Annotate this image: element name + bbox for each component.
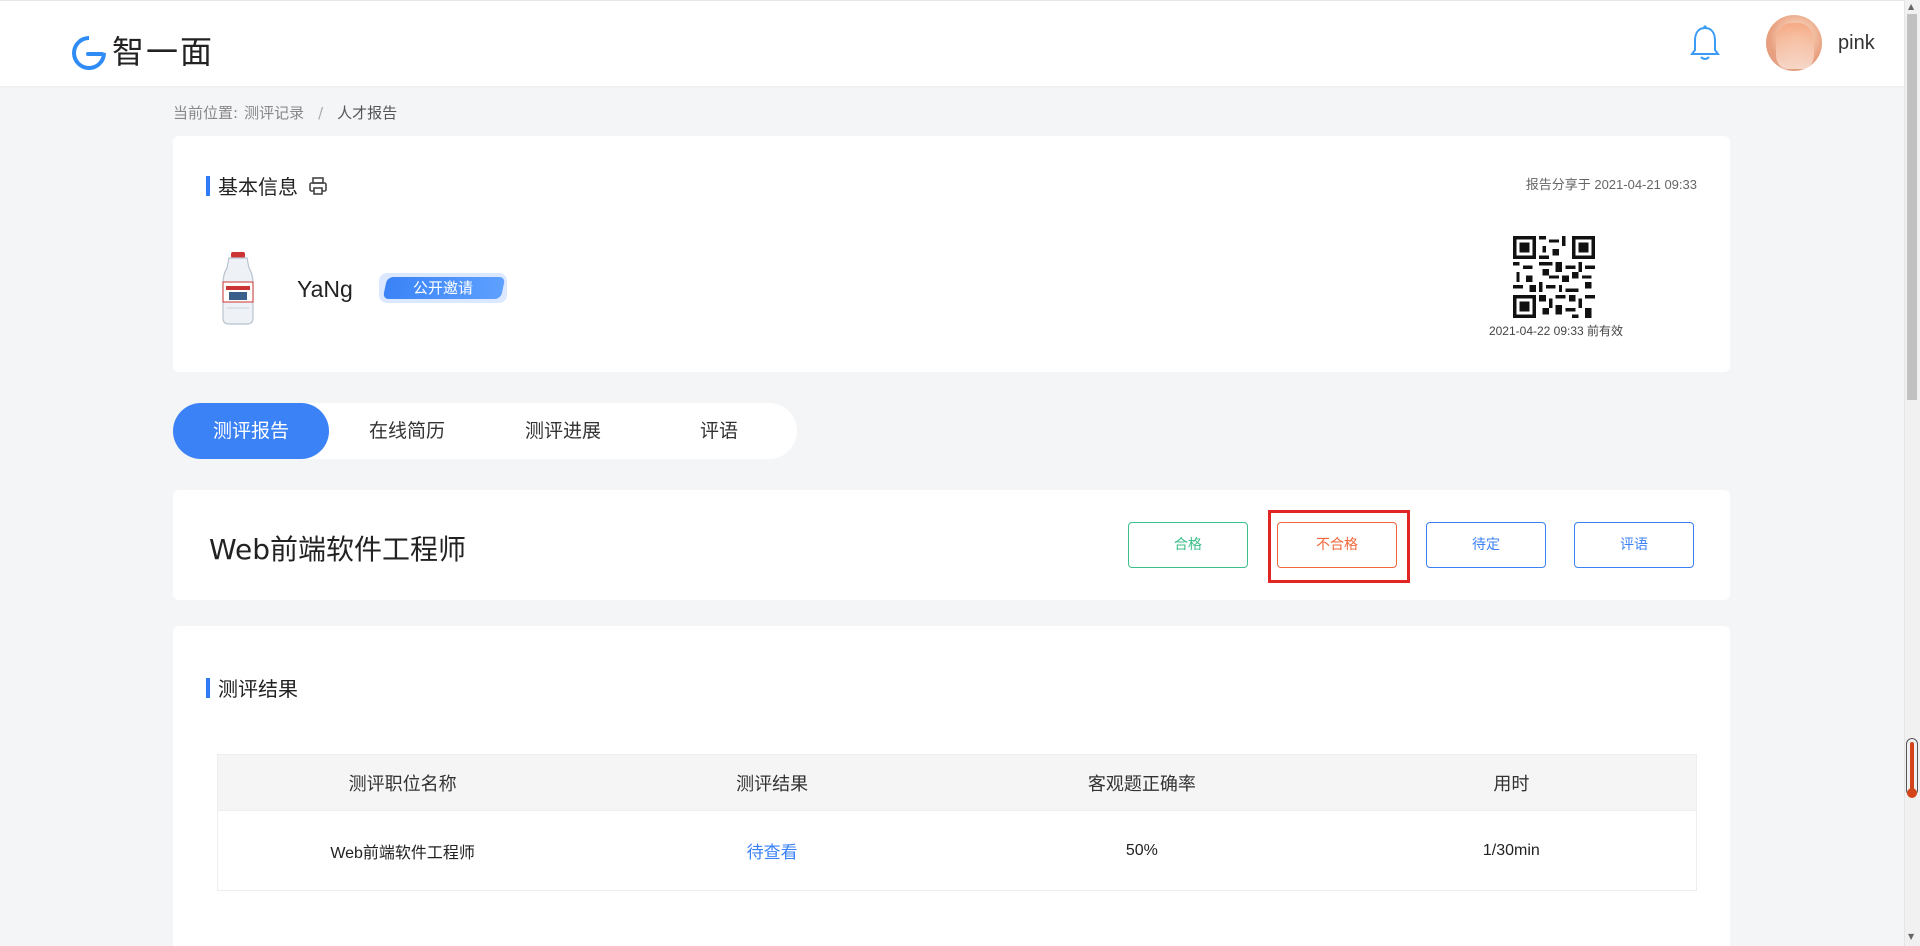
candidate-name: YaNg	[297, 276, 353, 302]
table-header-row: 测评职位名称 测评结果 客观题正确率 用时	[217, 754, 1697, 811]
tab-bar: 测评报告 在线简历 测评进展 评语	[173, 403, 797, 459]
basic-info-card: 基本信息 报告分享于 2021-04-21 09:33 YaNg 公开邀请 20…	[173, 136, 1730, 372]
table-row: Web前端软件工程师 待查看 50% 1/30min	[217, 810, 1697, 891]
tab-assessment-progress[interactable]: 测评进展	[485, 403, 641, 459]
pending-button[interactable]: 待定	[1426, 522, 1546, 568]
breadcrumb-item-report: 人才报告	[337, 104, 398, 122]
title-accent-bar	[206, 677, 210, 698]
column-header-position: 测评职位名称	[217, 754, 588, 811]
thermometer-fill	[1907, 742, 1917, 798]
logo-icon	[72, 34, 108, 66]
qr-expiry-caption: 2021-04-22 09:33 前有效	[1488, 324, 1624, 338]
job-title: Web前端软件工程师	[209, 533, 467, 566]
invite-type-badge: 公开邀请	[379, 273, 507, 303]
tab-online-resume[interactable]: 在线简历	[329, 403, 485, 459]
breadcrumb-separator: /	[318, 103, 324, 122]
result-card: 测评结果 测评职位名称 测评结果 客观题正确率 用时 Web前端软件工程师 待查…	[173, 626, 1730, 946]
column-header-accuracy: 客观题正确率	[957, 754, 1327, 811]
scroll-up-arrow-icon[interactable]: ▲	[1908, 2, 1914, 11]
bell-icon[interactable]	[1688, 23, 1722, 63]
breadcrumb-item-records[interactable]: 测评记录	[244, 102, 304, 123]
title-accent-bar	[206, 175, 210, 196]
logo[interactable]: 智一面	[72, 27, 214, 73]
candidate-avatar	[222, 252, 254, 325]
username[interactable]: pink	[1838, 32, 1875, 55]
cell-position: Web前端软件工程师	[217, 810, 588, 891]
cell-time: 1/30min	[1326, 810, 1697, 891]
scrollbar-thumb[interactable]	[1907, 14, 1917, 400]
fail-button[interactable]: 不合格	[1277, 522, 1397, 568]
invite-badge-label: 公开邀请	[412, 279, 473, 297]
job-card: Web前端软件工程师 合格 不合格 待定 评语	[173, 490, 1730, 600]
scroll-down-arrow-icon[interactable]: ▼	[1908, 932, 1914, 941]
logo-text: 智一面	[112, 33, 215, 71]
basic-info-title: 基本信息	[206, 171, 328, 200]
comment-button[interactable]: 评语	[1574, 522, 1694, 568]
top-bar: 智一面 pink	[0, 0, 1904, 86]
column-header-result: 测评结果	[587, 754, 957, 811]
basic-info-title-text: 基本信息	[218, 175, 298, 199]
print-icon[interactable]	[308, 176, 328, 196]
user-avatar[interactable]	[1766, 15, 1822, 71]
result-table: 测评职位名称 测评结果 客观题正确率 用时 Web前端软件工程师 待查看 50%…	[217, 754, 1697, 891]
tab-assessment-report[interactable]: 测评报告	[173, 403, 329, 459]
pass-button[interactable]: 合格	[1128, 522, 1248, 568]
tab-comments[interactable]: 评语	[641, 403, 797, 459]
cell-result-link[interactable]: 待查看	[587, 810, 957, 891]
share-timestamp: 报告分享于 2021-04-21 09:33	[1525, 177, 1697, 192]
result-title-text: 测评结果	[218, 677, 298, 701]
cell-accuracy: 50%	[957, 810, 1327, 891]
breadcrumb-prefix: 当前位置:	[173, 104, 239, 122]
breadcrumb: 当前位置: 测评记录 / 人才报告	[173, 102, 397, 123]
qr-code[interactable]	[1513, 236, 1595, 318]
result-title: 测评结果	[206, 673, 298, 702]
column-header-time: 用时	[1326, 754, 1697, 811]
